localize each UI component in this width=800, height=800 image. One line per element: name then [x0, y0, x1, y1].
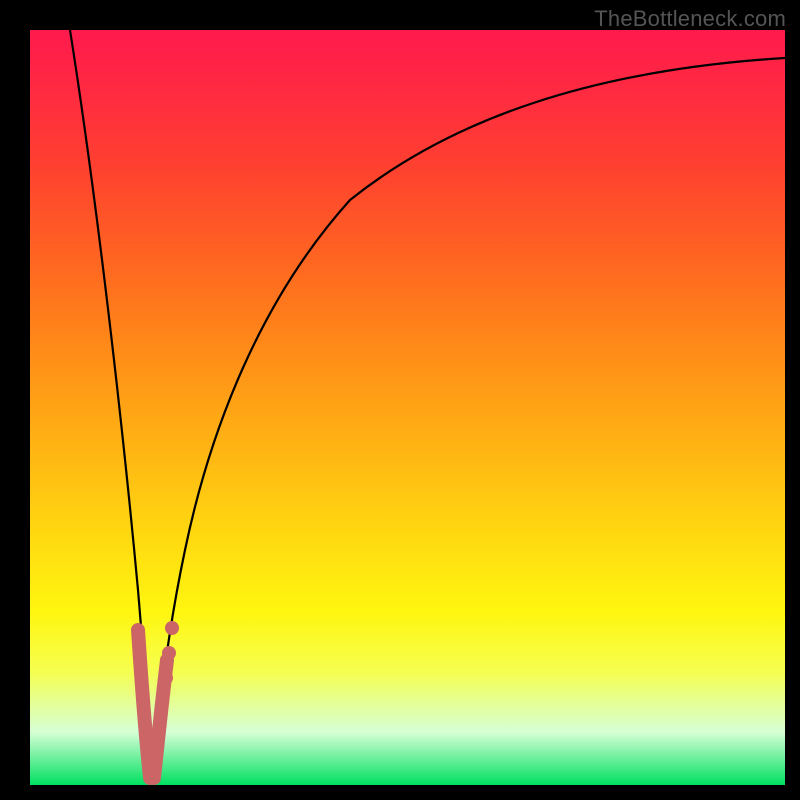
watermark-text: TheBottleneck.com [594, 6, 786, 32]
marker-dot [165, 621, 179, 635]
curve-layer [30, 30, 785, 785]
marker-stroke-left [138, 630, 150, 778]
plot-area [30, 30, 785, 785]
bottleneck-right-branch [152, 58, 785, 782]
marker-dot [162, 646, 176, 660]
chart-frame: TheBottleneck.com [0, 0, 800, 800]
marker-dot [159, 671, 173, 685]
